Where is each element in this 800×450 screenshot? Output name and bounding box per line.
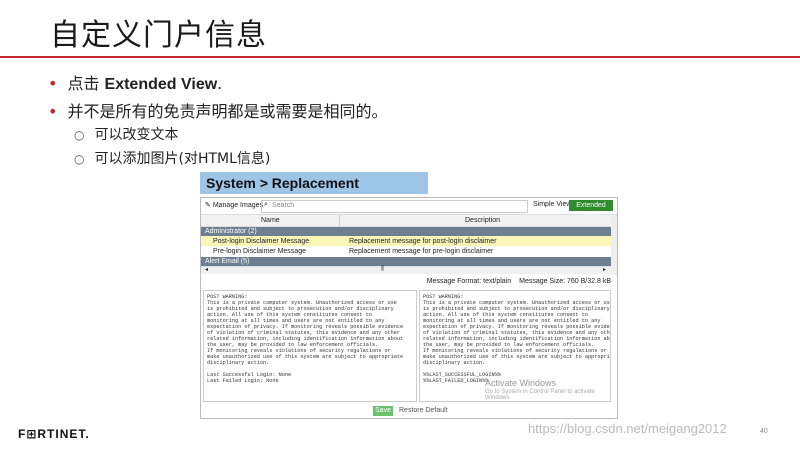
row-name: Post-login Disclaimer Message xyxy=(213,238,310,245)
group-row-administrator[interactable]: Administrator (2) xyxy=(201,227,611,236)
search-placeholder: Search xyxy=(272,202,295,209)
message-line: Last Failed Login: None xyxy=(207,378,279,384)
fortinet-logo: F⊞RTINET. xyxy=(18,427,90,441)
search-input[interactable]: ⌕ Search xyxy=(261,200,528,213)
bullet-text: 点击 xyxy=(67,74,105,93)
extended-view-term: Extended View xyxy=(104,76,218,93)
sub-bullet-item: ○ 可以添加图片(对HTML信息) xyxy=(74,148,270,168)
message-format: Message Format: text/plain xyxy=(426,278,512,285)
bullet-dot-icon: • xyxy=(48,102,58,121)
message-size: Message Size: 760 B/32.8 kB xyxy=(519,278,611,285)
bullet-dot-icon: • xyxy=(48,74,58,93)
row-description: Replacement message for pre-login discla… xyxy=(349,248,494,255)
footer-bar: Save Restore Default xyxy=(201,403,617,418)
toolbar: ✎ Manage Images ⌕ Search Simple View Ext… xyxy=(201,198,617,220)
search-icon: ⌕ xyxy=(264,201,268,208)
table-row[interactable]: Pre-login Disclaimer Message Replacement… xyxy=(201,246,611,256)
circle-bullet-icon: ○ xyxy=(74,128,85,142)
table-header: Name Description xyxy=(201,215,611,227)
horizontal-scrollbar[interactable]: ◂ ⫼ ▸ xyxy=(201,266,611,274)
bullet-text: 并不是所有的免责声明都是或需要是相同的。 xyxy=(67,102,388,121)
manage-images-label: Manage Images xyxy=(212,202,264,209)
column-header-name[interactable]: Name xyxy=(261,217,280,224)
activate-windows-title: Activate Windows xyxy=(485,378,557,388)
source-watermark: https://blog.csdn.net/meigang2012 xyxy=(528,421,727,436)
vertical-scrollbar[interactable] xyxy=(611,215,617,275)
group-label: Administrator (2) xyxy=(205,228,257,235)
breadcrumb: System > Replacement Messages xyxy=(200,172,428,213)
page-number: 40 xyxy=(760,428,768,435)
simple-view-button[interactable]: Simple View xyxy=(533,201,571,208)
slide-title: 自定义门户信息 xyxy=(50,18,267,53)
save-button[interactable]: Save xyxy=(373,406,393,416)
message-editor[interactable]: POST WARNING: This is a private computer … xyxy=(203,290,417,402)
activate-windows-subtitle: Go to System in Control Panel to activat… xyxy=(485,389,595,401)
manage-images-button[interactable]: ✎ Manage Images xyxy=(205,201,263,209)
group-label: Alert Email (5) xyxy=(205,258,250,265)
bullet-suffix: . xyxy=(217,74,223,93)
message-meta: Message Format: text/plain Message Size: … xyxy=(419,278,611,285)
circle-bullet-icon: ○ xyxy=(74,152,85,166)
bullet-item: • 点击 Extended View. xyxy=(48,70,222,94)
scroll-left-icon[interactable]: ◂ xyxy=(205,266,208,273)
row-description: Replacement message for post-login discl… xyxy=(349,238,497,245)
scroll-right-icon[interactable]: ▸ xyxy=(603,266,606,273)
restore-default-button[interactable]: Restore Default xyxy=(399,407,448,414)
bullet-item: • 并不是所有的免责声明都是或需要是相同的。 xyxy=(48,98,387,122)
column-header-description[interactable]: Description xyxy=(465,217,500,224)
column-divider xyxy=(339,215,340,226)
sub-bullet-text: 可以添加图片(对HTML信息) xyxy=(94,151,271,167)
scroll-thumb-icon[interactable]: ⫼ xyxy=(381,266,384,273)
pencil-icon: ✎ xyxy=(205,202,213,209)
sub-bullet-item: ○ 可以改变文本 xyxy=(74,124,178,144)
extended-view-button[interactable]: Extended View xyxy=(569,200,613,220)
row-name: Pre-login Disclaimer Message xyxy=(213,248,306,255)
table-row[interactable]: Post-login Disclaimer Message Replacemen… xyxy=(201,236,611,246)
sub-bullet-text: 可以改变文本 xyxy=(94,127,179,143)
title-divider xyxy=(0,56,800,58)
replacement-messages-screenshot: ✎ Manage Images ⌕ Search Simple View Ext… xyxy=(200,197,618,419)
group-row-alert-email[interactable]: Alert Email (5) xyxy=(201,257,611,266)
